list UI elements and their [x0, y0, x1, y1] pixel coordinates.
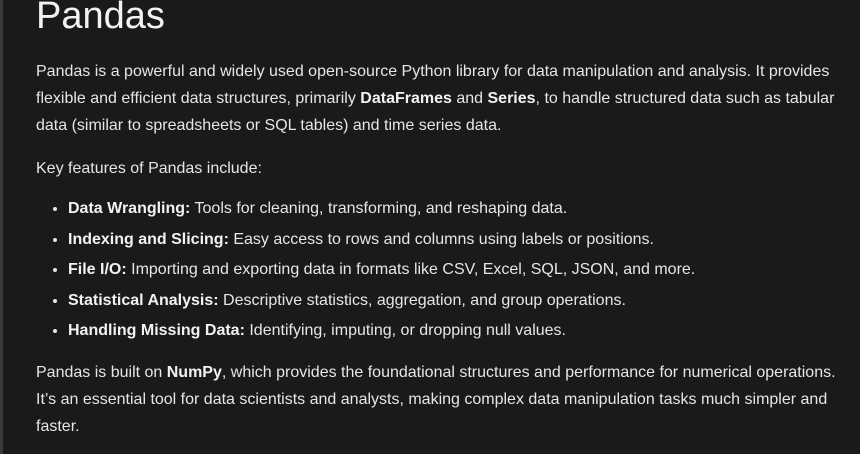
feature-item-data-wrangling: Data Wrangling: Tools for cleaning, tran… — [68, 199, 836, 219]
feature-text: Easy access to rows and columns using la… — [228, 230, 654, 248]
page-title: Pandas — [36, 0, 165, 37]
feature-item-indexing: Indexing and Slicing: Easy access to row… — [68, 230, 836, 250]
message-content: Pandas Pandas is a powerful and widely u… — [36, 0, 836, 440]
key-features-heading: Key features of Pandas include: — [36, 160, 262, 177]
feature-label: Handling Missing Data: — [68, 322, 245, 339]
feature-text: Importing and exporting data in formats … — [126, 261, 696, 278]
feature-item-missing-data: Handling Missing Data: Identifying, impu… — [68, 321, 836, 341]
outro-text-1: Pandas is built on — [36, 364, 167, 381]
features-list: Data Wrangling: Tools for cleaning, tran… — [36, 199, 836, 341]
intro-bold-series: Series — [487, 90, 536, 107]
feature-label: Data Wrangling: — [68, 200, 191, 217]
feature-text: Tools for cleaning, transforming, and re… — [190, 200, 568, 217]
feature-item-statistical: Statistical Analysis: Descriptive statis… — [68, 291, 836, 311]
feature-text: Descriptive statistics, aggregation, and… — [218, 291, 626, 309]
intro-paragraph: Pandas is a powerful and widely used ope… — [36, 58, 836, 139]
left-border — [0, 0, 3, 454]
intro-text-2: and — [451, 90, 488, 107]
outro-paragraph: Pandas is built on NumPy, which provides… — [36, 359, 836, 440]
feature-label: Indexing and Slicing: — [68, 230, 229, 248]
intro-bold-dataframes: DataFrames — [360, 90, 452, 107]
feature-label: File I/O: — [68, 261, 127, 278]
feature-text: Identifying, imputing, or dropping null … — [244, 322, 566, 339]
feature-label: Statistical Analysis: — [68, 291, 219, 309]
outro-bold-numpy: NumPy — [166, 364, 222, 381]
feature-item-file-io: File I/O: Importing and exporting data i… — [68, 260, 836, 280]
